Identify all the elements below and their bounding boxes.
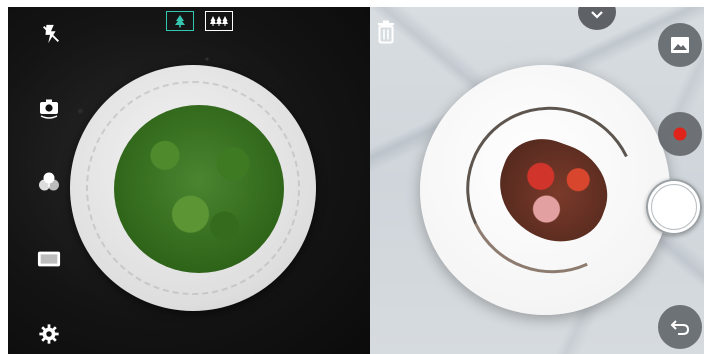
salad-photo xyxy=(114,105,284,273)
left-border xyxy=(0,0,8,354)
switch-camera-icon[interactable] xyxy=(37,96,61,120)
mode-single-tree-icon[interactable] xyxy=(166,11,194,31)
trash-icon[interactable] xyxy=(376,20,400,46)
top-border xyxy=(0,0,704,7)
gallery-icon[interactable] xyxy=(658,23,702,67)
camera-preview-right xyxy=(370,7,704,354)
record-icon[interactable] xyxy=(658,112,702,156)
mode-multi-tree-icon[interactable] xyxy=(205,11,233,31)
camera-preview-left xyxy=(8,7,370,354)
back-icon[interactable] xyxy=(658,305,702,349)
settings-icon[interactable] xyxy=(37,322,61,346)
camera-app xyxy=(8,7,704,354)
flash-off-icon[interactable] xyxy=(39,22,63,46)
shutter-button[interactable] xyxy=(646,179,702,235)
filter-icon[interactable] xyxy=(37,170,61,194)
aspect-ratio-icon[interactable] xyxy=(37,247,61,271)
